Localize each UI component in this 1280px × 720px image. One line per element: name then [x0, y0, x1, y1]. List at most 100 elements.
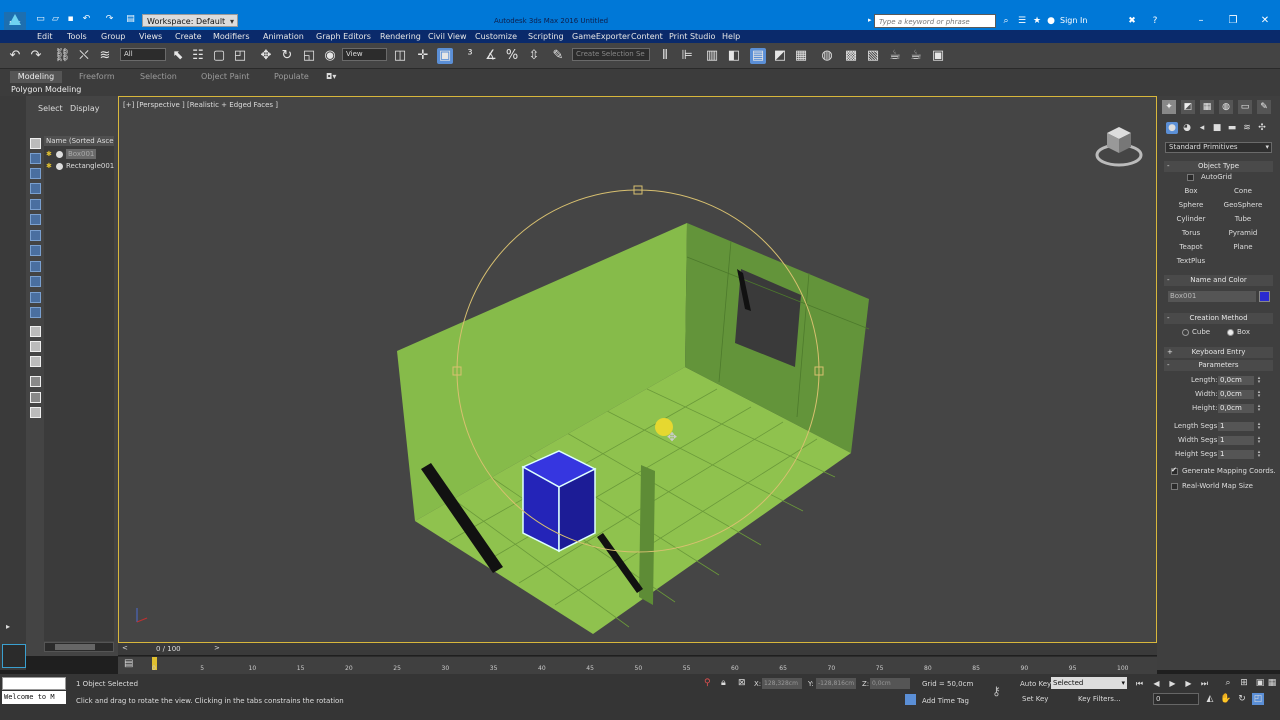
maximize-button[interactable]: ❐	[1218, 14, 1248, 28]
cone-button[interactable]: Cone	[1218, 186, 1268, 197]
menu-customize[interactable]: Customize	[475, 30, 517, 43]
ribbon-tab-object-paint[interactable]: Object Paint	[201, 71, 249, 83]
key-filters-button[interactable]: Key Filters...	[1078, 695, 1121, 703]
scale-icon[interactable]: ◱	[301, 48, 317, 64]
autogrid-checkbox[interactable]	[1187, 174, 1194, 181]
toggle-layer-explorer-icon[interactable]: ◧	[726, 48, 742, 64]
cameras-icon[interactable]: ■	[1211, 122, 1223, 134]
rollout-creation-method[interactable]: - Creation Method	[1164, 313, 1273, 324]
height-segs-input[interactable]: 1	[1218, 450, 1254, 459]
length-segs-input[interactable]: 1	[1218, 422, 1254, 431]
rectangular-selection-icon[interactable]: ▢	[211, 48, 227, 64]
generate-mapping-checkbox[interactable]	[1171, 466, 1178, 475]
close-button[interactable]: ✕	[1250, 14, 1280, 28]
manipulate-icon[interactable]: ✛	[415, 48, 431, 64]
ribbon-panel-polygon-modeling[interactable]: Polygon Modeling	[11, 85, 81, 94]
toggle-ribbon-icon[interactable]: ▤	[750, 48, 766, 64]
move-icon[interactable]: ✥	[258, 48, 274, 64]
display-frozen-icon[interactable]	[30, 292, 41, 303]
selection-lock-icon[interactable]: 🔒︎	[721, 678, 726, 688]
auto-key-button[interactable]: Auto Key	[1020, 680, 1051, 688]
perspective-viewport[interactable]: ✥ [+] [Perspective ] [Realistic + Edged …	[118, 96, 1157, 643]
bind-space-warp-icon[interactable]: ≋	[97, 48, 113, 64]
space-warps-icon[interactable]: ≋	[1241, 122, 1253, 134]
minimize-button[interactable]: –	[1186, 14, 1216, 28]
display-geometry-icon[interactable]	[30, 138, 41, 149]
length-input[interactable]: 0,0cm	[1218, 376, 1254, 385]
scene-tab-select[interactable]: Select	[38, 104, 63, 113]
find-icon[interactable]	[30, 392, 41, 403]
redo-icon[interactable]: ↷	[103, 14, 116, 25]
viewcube-icon[interactable]	[1093, 117, 1145, 169]
render-setup-icon[interactable]: ▩	[843, 48, 859, 64]
scene-render[interactable]: ✥	[119, 97, 1157, 643]
scrollbar-thumb[interactable]	[55, 644, 95, 650]
reference-coordinate-dropdown[interactable]: View	[342, 48, 387, 61]
add-time-tag[interactable]: Add Time Tag	[922, 697, 969, 705]
filter-icon[interactable]	[30, 376, 41, 387]
torus-button[interactable]: Torus	[1166, 228, 1216, 239]
ribbon-tab-selection[interactable]: Selection	[140, 71, 177, 83]
keyboard-shortcut-override-icon[interactable]: ▣	[437, 48, 453, 64]
menu-help[interactable]: Help	[722, 30, 740, 43]
display-xrefs-icon[interactable]	[30, 245, 41, 256]
set-key-button[interactable]: Set Key	[1022, 695, 1048, 703]
key-set-dropdown[interactable]: Selected	[1051, 677, 1127, 689]
primitive-category-dropdown[interactable]: Standard Primitives	[1165, 142, 1272, 153]
spinner-snap-icon[interactable]: ⇳	[526, 48, 542, 64]
redo-icon[interactable]: ↷	[28, 48, 44, 64]
display-helpers-icon[interactable]	[30, 199, 41, 210]
invert-display-icon[interactable]	[30, 356, 41, 367]
display-bones-icon[interactable]	[30, 261, 41, 272]
time-slider-next-icon[interactable]: >	[214, 644, 220, 652]
undo-icon[interactable]: ↶	[80, 14, 93, 25]
ribbon-tab-modeling[interactable]: Modeling	[10, 71, 62, 83]
display-containers-icon[interactable]	[30, 276, 41, 287]
isolate-selection-icon[interactable]: ⚲	[704, 678, 711, 688]
utilities-tab-icon[interactable]: ✎	[1257, 100, 1271, 114]
height-segs-spinner[interactable]: ▴ ▾	[1256, 450, 1262, 459]
help-icon[interactable]: ?	[1149, 15, 1161, 27]
select-object-icon[interactable]: ⬉	[170, 48, 186, 64]
list-item[interactable]: ✱ Rectangle001	[46, 161, 114, 171]
width-input[interactable]: 0,0cm	[1218, 390, 1254, 399]
length-segs-spinner[interactable]: ▴ ▾	[1256, 422, 1262, 431]
menu-animation[interactable]: Animation	[263, 30, 304, 43]
curve-editor-icon[interactable]: ◩	[772, 48, 788, 64]
hierarchy-tab-icon[interactable]: ▦	[1200, 100, 1214, 114]
shapes-icon[interactable]: ◕	[1181, 122, 1193, 134]
object-color-swatch[interactable]	[1259, 291, 1270, 302]
object-name-input[interactable]: Box001	[1168, 291, 1256, 302]
menu-views[interactable]: Views	[139, 30, 162, 43]
motion-tab-icon[interactable]: ◍	[1219, 100, 1233, 114]
time-tag-icon[interactable]	[905, 694, 916, 705]
key-icon[interactable]: ⚷	[992, 684, 1001, 698]
length-spinner[interactable]: ▴ ▾	[1256, 376, 1262, 385]
schematic-view-icon[interactable]: ▦	[793, 48, 809, 64]
height-spinner[interactable]: ▴ ▾	[1256, 404, 1262, 413]
toggle-scene-explorer-icon[interactable]: ▥	[704, 48, 720, 64]
width-segs-spinner[interactable]: ▴ ▾	[1256, 436, 1262, 445]
absolute-mode-icon[interactable]: ⊠	[738, 678, 746, 688]
menu-rendering[interactable]: Rendering	[380, 30, 421, 43]
menu-gameexporter[interactable]: GameExporter	[572, 30, 630, 43]
time-slider-prev-icon[interactable]: <	[122, 644, 128, 652]
unlink-icon[interactable]: ⛌	[76, 48, 92, 64]
next-frame-icon[interactable]: ▶	[1183, 678, 1194, 689]
rotate-icon[interactable]: ↻	[279, 48, 295, 64]
maxscript-output[interactable]: Welcome to M	[2, 691, 66, 704]
mini-curve-editor-icon[interactable]: ▤	[124, 658, 133, 669]
display-lights-icon[interactable]	[30, 168, 41, 179]
y-coordinate-input[interactable]: -128,816cm	[816, 678, 856, 689]
pyramid-button[interactable]: Pyramid	[1218, 228, 1268, 239]
zoom-extents-icon[interactable]: ▣	[1254, 677, 1266, 689]
viewport-label[interactable]: [+] [Perspective ] [Realistic + Edged Fa…	[123, 101, 278, 109]
systems-icon[interactable]: ✣	[1256, 122, 1268, 134]
menu-edit[interactable]: Edit	[37, 30, 53, 43]
project-folder-icon[interactable]: ▤	[124, 14, 137, 25]
display-shapes-icon[interactable]	[30, 153, 41, 164]
snaps-toggle-icon[interactable]: ³	[462, 48, 478, 64]
zoom-icon[interactable]: ⌕	[1222, 677, 1234, 689]
menu-group[interactable]: Group	[101, 30, 125, 43]
communication-icon[interactable]: ★	[1031, 15, 1043, 27]
